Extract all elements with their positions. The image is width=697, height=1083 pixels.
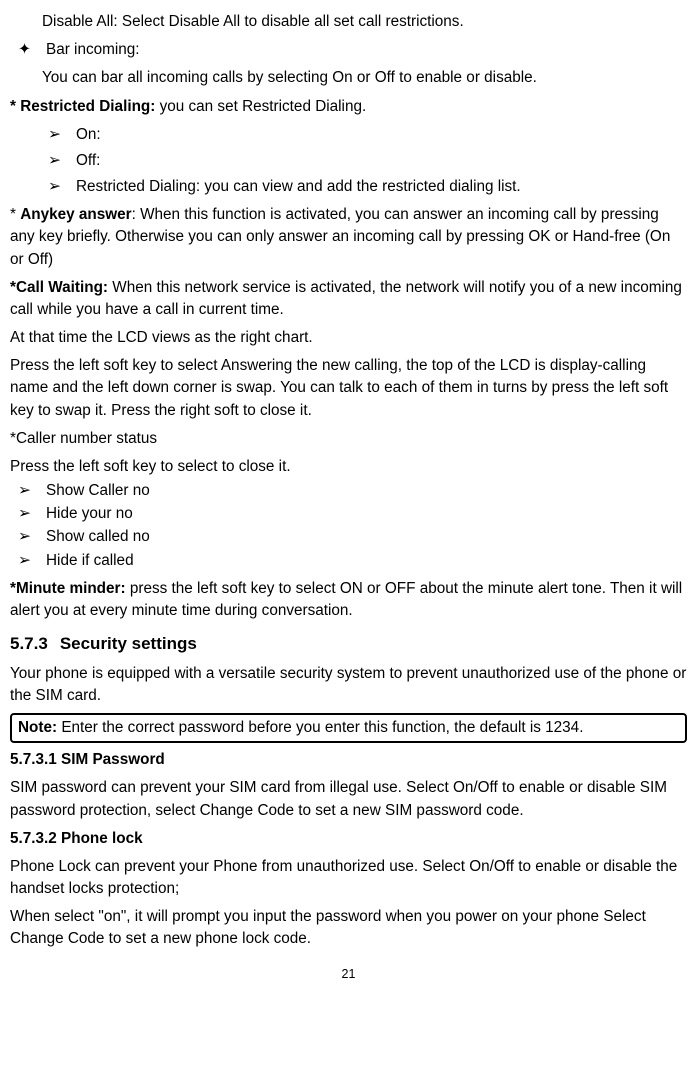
sim-password-text: SIM password can prevent your SIM card f… <box>10 777 687 821</box>
bar-incoming-row: ✦ Bar incoming: <box>10 39 687 61</box>
caller-c: Show called no <box>46 526 687 548</box>
caller-b: Hide your no <box>46 503 687 525</box>
phone-lock-p1: Phone Lock can prevent your Phone from u… <box>10 856 687 900</box>
callwaiting-para2: At that time the LCD views as the right … <box>10 327 687 349</box>
anykey-prefix: * <box>10 206 20 223</box>
restricted-dialing-bold: * Restricted Dialing: <box>10 98 155 115</box>
callerstatus-title: *Caller number status <box>10 428 687 450</box>
callwaiting-rest: When this network service is activated, … <box>10 279 682 318</box>
restricted-on-row: ➢ On: <box>10 124 687 146</box>
anykey-bold: Anykey answer <box>20 206 131 223</box>
caller-row-b: ➢ Hide your no <box>10 503 687 525</box>
note-bold: Note: <box>18 719 57 736</box>
callerstatus-p1: Press the left soft key to select to clo… <box>10 456 687 478</box>
restricted-off-row: ➢ Off: <box>10 150 687 172</box>
minute-bold: *Minute minder: <box>10 580 126 597</box>
security-title: Security settings <box>60 632 197 657</box>
minute-para: *Minute minder: press the left soft key … <box>10 578 687 622</box>
caller-d: Hide if called <box>46 550 687 572</box>
sim-password-heading: 5.7.3.1 SIM Password <box>10 749 687 771</box>
security-num: 5.7.3 <box>10 632 48 657</box>
note-rest: Enter the correct password before you en… <box>57 719 583 736</box>
restricted-dialing-heading: * Restricted Dialing: you can set Restri… <box>10 96 687 118</box>
caller-row-d: ➢ Hide if called <box>10 550 687 572</box>
restricted-dialing-rest: you can set Restricted Dialing. <box>155 98 366 115</box>
anykey-para: * Anykey answer: When this function is a… <box>10 204 687 271</box>
callwaiting-para3: Press the left soft key to select Answer… <box>10 355 687 422</box>
bar-incoming-label: Bar incoming: <box>46 39 687 61</box>
bar-incoming-text: You can bar all incoming calls by select… <box>10 67 687 89</box>
diamond-bullet-icon: ✦ <box>18 39 46 61</box>
disable-all-text: Disable All: Select Disable All to disab… <box>10 11 687 33</box>
security-heading: 5.7.3 Security settings <box>10 632 687 657</box>
arrow-bullet-icon: ➢ <box>48 124 76 146</box>
arrow-bullet-icon: ➢ <box>18 503 46 525</box>
note-box: Note: Enter the correct password before … <box>10 713 687 743</box>
arrow-bullet-icon: ➢ <box>48 150 76 172</box>
restricted-on-label: On: <box>76 124 687 146</box>
phone-lock-heading: 5.7.3.2 Phone lock <box>10 828 687 850</box>
arrow-bullet-icon: ➢ <box>48 176 76 198</box>
caller-row-a: ➢ Show Caller no <box>10 480 687 502</box>
phone-lock-p2: When select "on", it will prompt you inp… <box>10 906 687 950</box>
restricted-list-row: ➢ Restricted Dialing: you can view and a… <box>10 176 687 198</box>
caller-row-c: ➢ Show called no <box>10 526 687 548</box>
arrow-bullet-icon: ➢ <box>18 526 46 548</box>
arrow-bullet-icon: ➢ <box>18 550 46 572</box>
caller-a: Show Caller no <box>46 480 687 502</box>
callwaiting-bold: *Call Waiting: <box>10 279 108 296</box>
restricted-list-text: Restricted Dialing: you can view and add… <box>76 176 687 198</box>
page-number: 21 <box>10 965 687 983</box>
security-intro: Your phone is equipped with a versatile … <box>10 663 687 707</box>
callwaiting-para1: *Call Waiting: When this network service… <box>10 277 687 321</box>
arrow-bullet-icon: ➢ <box>18 480 46 502</box>
restricted-off-label: Off: <box>76 150 687 172</box>
